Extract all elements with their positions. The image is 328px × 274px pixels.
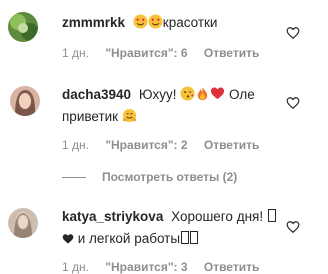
comment-message-part: Хорошего дня! — [171, 209, 264, 224]
view-replies-button[interactable]: Посмотреть ответы (2) — [62, 170, 237, 186]
comment-meta: 1 дн. "Нравится": 6 Ответить — [62, 46, 272, 60]
like-heart-icon[interactable] — [286, 26, 300, 40]
like-heart-icon[interactable] — [286, 96, 300, 110]
avatar[interactable] — [8, 12, 38, 42]
comment-message: красотки — [162, 15, 218, 30]
heart-eyes-emoji-icon — [148, 14, 163, 29]
comment-message-part: Юхуу! — [138, 87, 177, 102]
comment-text: zmmmrkk красотки — [62, 12, 280, 34]
unsupported-glyph-icon — [190, 231, 199, 244]
black-heart-emoji-icon — [62, 234, 74, 244]
comment-time[interactable]: 1 дн. — [62, 138, 89, 152]
comment-meta: 1 дн. "Нравится": 2 Ответить — [62, 138, 272, 152]
blowing-kiss-emoji-icon — [180, 86, 195, 101]
heart-eyes-emoji-icon — [133, 14, 148, 29]
comment-username[interactable]: dacha3940 — [62, 87, 131, 102]
comment-time[interactable]: 1 дн. — [62, 46, 89, 60]
comment-text: dacha3940 Юхуу! Оле приветик — [62, 84, 280, 128]
comment-item: dacha3940 Юхуу! Оле приветик 1 дн. "Нрав… — [0, 74, 328, 164]
comment-username[interactable]: katya_striykova — [62, 209, 163, 224]
comment-item: zmmmrkk красотки 1 дн. "Нравится": 6 Отв… — [0, 0, 328, 70]
comment-message-part: и легкой работы — [77, 231, 181, 246]
comment-time[interactable]: 1 дн. — [62, 260, 89, 274]
comment-likes[interactable]: "Нравится": 6 — [105, 46, 187, 60]
replies-divider-line — [62, 177, 86, 179]
comment-text: katya_striykova Хорошего дня! и легкой р… — [62, 206, 280, 250]
comment-likes[interactable]: "Нравится": 2 — [105, 138, 187, 152]
avatar[interactable] — [8, 208, 38, 238]
view-replies-label[interactable]: Посмотреть ответы (2) — [102, 170, 237, 184]
comment-meta: 1 дн. "Нравится": 3 Ответить — [62, 260, 272, 274]
comment-likes[interactable]: "Нравится": 3 — [105, 260, 187, 274]
reply-button[interactable]: Ответить — [204, 138, 259, 152]
unsupported-glyph-icon — [267, 209, 276, 222]
comment-item: katya_striykova Хорошего дня! и легкой р… — [0, 198, 328, 274]
red-heart-emoji-icon — [211, 87, 225, 100]
like-heart-icon[interactable] — [286, 220, 300, 234]
reply-button[interactable]: Ответить — [204, 260, 259, 274]
fire-emoji-icon — [198, 86, 208, 101]
unsupported-glyph-icon — [181, 231, 190, 244]
reply-button[interactable]: Ответить — [204, 46, 259, 60]
avatar[interactable] — [10, 86, 40, 116]
comment-username[interactable]: zmmmrkk — [62, 15, 125, 30]
hugging-face-emoji-icon — [122, 108, 137, 123]
